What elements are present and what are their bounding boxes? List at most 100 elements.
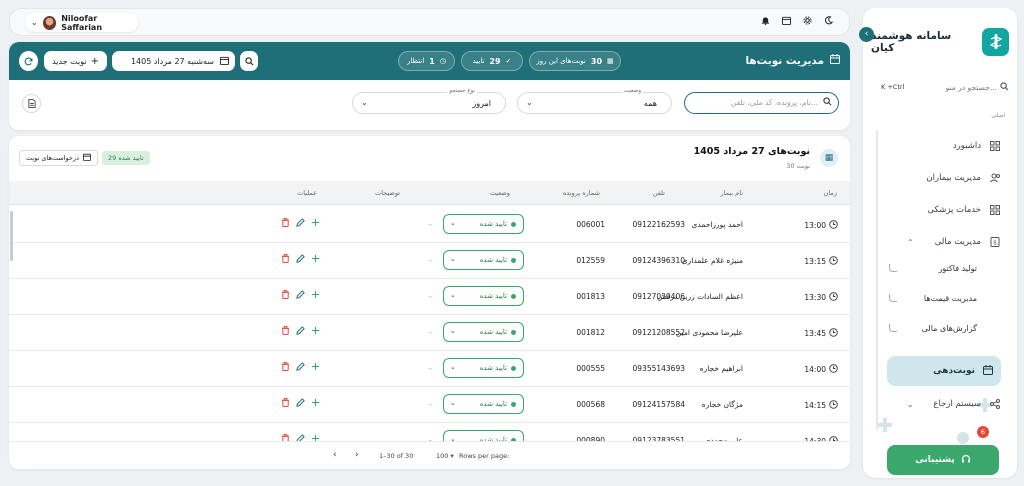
support-button[interactable]: پشتیبانی <box>887 445 999 475</box>
delete-icon[interactable] <box>281 254 290 266</box>
page-title: مدیریت نوبت‌ها <box>745 54 840 67</box>
table-row[interactable]: 13:15 منیژه غلام علمداری 09124396310 012… <box>9 243 850 279</box>
appointment-time: 14:00 <box>804 364 838 375</box>
status-dot <box>511 402 516 407</box>
table-row[interactable]: 13:00 احمد پورزاحمدی 09122162593 006001 … <box>9 207 850 243</box>
row-actions <box>281 254 320 266</box>
col-name: نام بیمار <box>720 189 743 197</box>
table-body: 13:00 احمد پورزاحمدی 09122162593 006001 … <box>9 207 850 441</box>
edit-icon[interactable] <box>296 290 305 302</box>
status-select[interactable]: تایید شده ⌄ <box>443 286 524 306</box>
user-menu[interactable]: ⌄ Niloofar Saffarian <box>25 13 138 32</box>
notes: - <box>429 400 432 409</box>
edit-icon[interactable] <box>296 398 305 410</box>
table-row[interactable]: 14:30 علی محمدی 09123783551 000890 تایید… <box>9 423 850 441</box>
gear-icon[interactable] <box>803 16 812 28</box>
status-filter-select[interactable]: وضعیت همه ⌄ <box>517 88 672 114</box>
search-placeholder: نام، پرونده، کد ملی، تلفن... <box>730 98 818 107</box>
refresh-button[interactable] <box>19 51 38 71</box>
sidebar-item-finance[interactable]: $ مدیریت مالی ⌃ <box>889 230 1003 254</box>
sidebar-search[interactable]: K +Ctrl جستجو در منو... <box>881 78 1009 96</box>
add-icon[interactable] <box>311 362 320 374</box>
rows-per-page-label: Rows per page: <box>459 452 510 460</box>
confirmed-badge: 29 تایید شده <box>102 151 150 165</box>
new-appointment-button[interactable]: نوبت جدید + <box>44 51 107 71</box>
prev-page-button[interactable]: ‹ <box>333 450 337 460</box>
pagination: Rows per page: 100 ▾ 1–30 of 30 › ‹ <box>9 441 850 469</box>
sidebar-item-label: مدیریت بیماران <box>926 173 981 183</box>
delete-icon[interactable] <box>281 218 290 230</box>
table-scrollbar[interactable] <box>10 211 13 261</box>
appointment-requests-button[interactable]: درخواست‌های نوبت <box>19 150 98 166</box>
sidebar-item-services[interactable]: خدمات پزشکی <box>889 198 1003 222</box>
status-select[interactable]: تایید شده ⌄ <box>443 250 524 270</box>
add-icon[interactable] <box>311 290 320 302</box>
dark-mode-icon[interactable] <box>824 16 834 28</box>
status-select[interactable]: تایید شده ⌄ <box>443 430 524 441</box>
sidebar-item-label: مدیریت مالی <box>934 237 981 247</box>
calendar-icon[interactable] <box>782 16 791 28</box>
chevron-down-icon: ⌄ <box>526 98 533 107</box>
appointment-time: 13:45 <box>804 328 838 339</box>
table-row[interactable]: 14:00 ابراهیم خجاره 09355143693 000555 ت… <box>9 351 850 387</box>
patient-name[interactable]: ابراهیم خجاره <box>700 364 743 373</box>
patient-phone: 09121208552 <box>632 328 686 337</box>
status-select[interactable]: تایید شده ⌄ <box>443 394 524 414</box>
add-icon[interactable] <box>311 434 320 441</box>
row-actions <box>281 434 320 441</box>
delete-icon[interactable] <box>281 398 290 410</box>
patient-search-input[interactable]: نام، پرونده، کد ملی، تلفن... <box>684 92 839 114</box>
notes: - <box>429 328 432 337</box>
notification-bell-icon[interactable] <box>761 16 770 28</box>
patient-name[interactable]: احمد پورزاحمدی <box>692 220 743 229</box>
patient-phone: 09124396310 <box>632 256 686 265</box>
rows-per-page-select[interactable]: 100 ▾ <box>436 452 454 460</box>
chevron-left-icon: ‹ <box>864 29 869 39</box>
status-dot <box>511 366 516 371</box>
status-select[interactable]: تایید شده ⌄ <box>443 358 524 378</box>
sidebar-item-dashboard[interactable]: داشبورد <box>889 134 1003 158</box>
add-icon[interactable] <box>311 218 320 230</box>
status-select[interactable]: تایید شده ⌄ <box>443 322 524 342</box>
table-row[interactable]: 14:15 مژگان خجاره 09124157584 000568 تای… <box>9 387 850 423</box>
calendar-icon: ▦ <box>820 149 838 167</box>
table-row[interactable]: 13:30 اعظم السادات زرین درفش 09127030406… <box>9 279 850 315</box>
sidebar-item-patients[interactable]: مدیریت بیماران <box>889 166 1003 190</box>
sidebar-subitem-invoice[interactable]: تولید فاکتور <box>889 264 977 280</box>
date-picker[interactable]: سه‌شنبه 27 مرداد 1405 <box>112 51 235 71</box>
edit-icon[interactable] <box>296 434 305 441</box>
patient-phone: 09127030406 <box>632 292 686 301</box>
col-notes: توضیحات <box>375 189 400 197</box>
edit-icon[interactable] <box>296 362 305 374</box>
top-bar: ⌄ Niloofar Saffarian <box>9 8 850 36</box>
notes: - <box>429 220 432 229</box>
patient-name[interactable]: علیرضا محمودی امین <box>676 328 743 337</box>
edit-icon[interactable] <box>296 326 305 338</box>
delete-icon[interactable] <box>281 434 290 441</box>
svg-text:$: $ <box>993 240 997 247</box>
delete-icon[interactable] <box>281 362 290 374</box>
table-row[interactable]: 13:45 علیرضا محمودی امین 09121208552 001… <box>9 315 850 351</box>
patient-phone: 09122162593 <box>632 220 686 229</box>
add-icon[interactable] <box>311 398 320 410</box>
search-button[interactable] <box>240 51 258 71</box>
sidebar-subitem-prices[interactable]: مدیریت قیمت‌ها <box>889 294 977 310</box>
users-icon <box>989 172 1001 184</box>
add-icon[interactable] <box>311 254 320 266</box>
search-type-select[interactable]: نوع جستجو امروز ⌄ <box>352 88 506 114</box>
patient-name[interactable]: مژگان خجاره <box>702 400 743 409</box>
sidebar-collapse-button[interactable]: ‹ <box>859 27 874 42</box>
clock-icon <box>829 292 838 303</box>
appointments-table-card: ▦ نوبت‌های 27 مرداد 1405 30 نوبت 29 تایی… <box>9 136 850 469</box>
file-number: 000568 <box>576 400 605 409</box>
edit-icon[interactable] <box>296 218 305 230</box>
export-button[interactable] <box>22 94 41 113</box>
delete-icon[interactable] <box>281 290 290 302</box>
sidebar-subitem-reports[interactable]: گزارش‌های مالی <box>889 324 977 340</box>
add-icon[interactable] <box>311 326 320 338</box>
edit-icon[interactable] <box>296 254 305 266</box>
patient-name[interactable]: منیژه غلام علمداری <box>682 256 743 265</box>
next-page-button[interactable]: › <box>355 450 359 460</box>
delete-icon[interactable] <box>281 326 290 338</box>
status-select[interactable]: تایید شده ⌄ <box>443 214 524 234</box>
